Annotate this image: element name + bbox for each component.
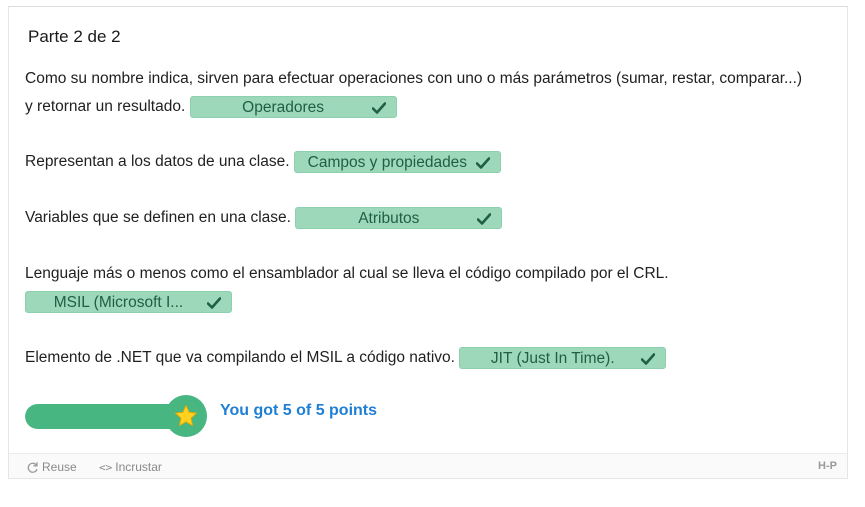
question-text: Representan a los datos de una clase. [25,153,290,170]
reuse-icon [27,461,38,473]
part-title: Parte 2 de 2 [28,27,121,46]
answer-dropzone[interactable]: Campos y propiedades [293,150,501,174]
answer-dropzone[interactable]: JIT (Just In Time). [459,346,667,370]
answer-label: Operadores [242,98,324,116]
check-icon [475,152,491,174]
embed-button[interactable]: <> Incrustar [99,460,162,474]
question-5: Elemento de .NET que va compilando el MS… [25,344,667,372]
answer-label: JIT (Just In Time). [490,349,615,367]
question-1: Como su nombre indica, sirven para efect… [25,65,845,121]
answer-dropzone[interactable]: Operadores [189,95,397,119]
question-text: y retornar un resultado. [25,98,186,115]
question-text: Variables que se definen en una clase. [25,209,291,226]
answer-label: Atributos [358,209,420,227]
footer-bar: Reuse <> Incrustar H-P [9,453,847,478]
question-text: Lenguaje más o menos como el ensamblador… [25,265,669,282]
answer-label: MSIL (Microsoft I... [53,293,184,311]
question-text: Como su nombre indica, sirven para efect… [25,70,803,87]
answer-dropzone[interactable]: MSIL (Microsoft I... [25,290,232,314]
answer-label: Campos y propiedades [307,153,468,171]
question-4: Lenguaje más o menos como el ensamblador… [25,260,845,316]
h5p-logo: H-P [818,460,837,472]
star-badge [165,395,207,437]
embed-label: Incrustar [115,460,162,474]
score-progress [25,393,209,441]
question-2: Representan a los datos de una clase. Ca… [25,148,501,176]
score-text: You got 5 of 5 points [220,402,378,419]
reuse-button[interactable]: Reuse [26,460,77,474]
question-3: Variables que se definen en una clase. A… [25,204,503,232]
reuse-label: Reuse [42,460,77,474]
star-icon [174,404,198,427]
check-icon [206,292,222,314]
check-icon [476,208,492,230]
embed-icon: <> [99,460,113,474]
question-text: Elemento de .NET que va compilando el MS… [25,349,455,366]
check-icon [371,97,387,119]
check-icon [640,348,656,370]
answer-dropzone[interactable]: Atributos [295,206,503,230]
quiz-panel: Parte 2 de 2 Como su nombre indica, sirv… [8,6,848,479]
